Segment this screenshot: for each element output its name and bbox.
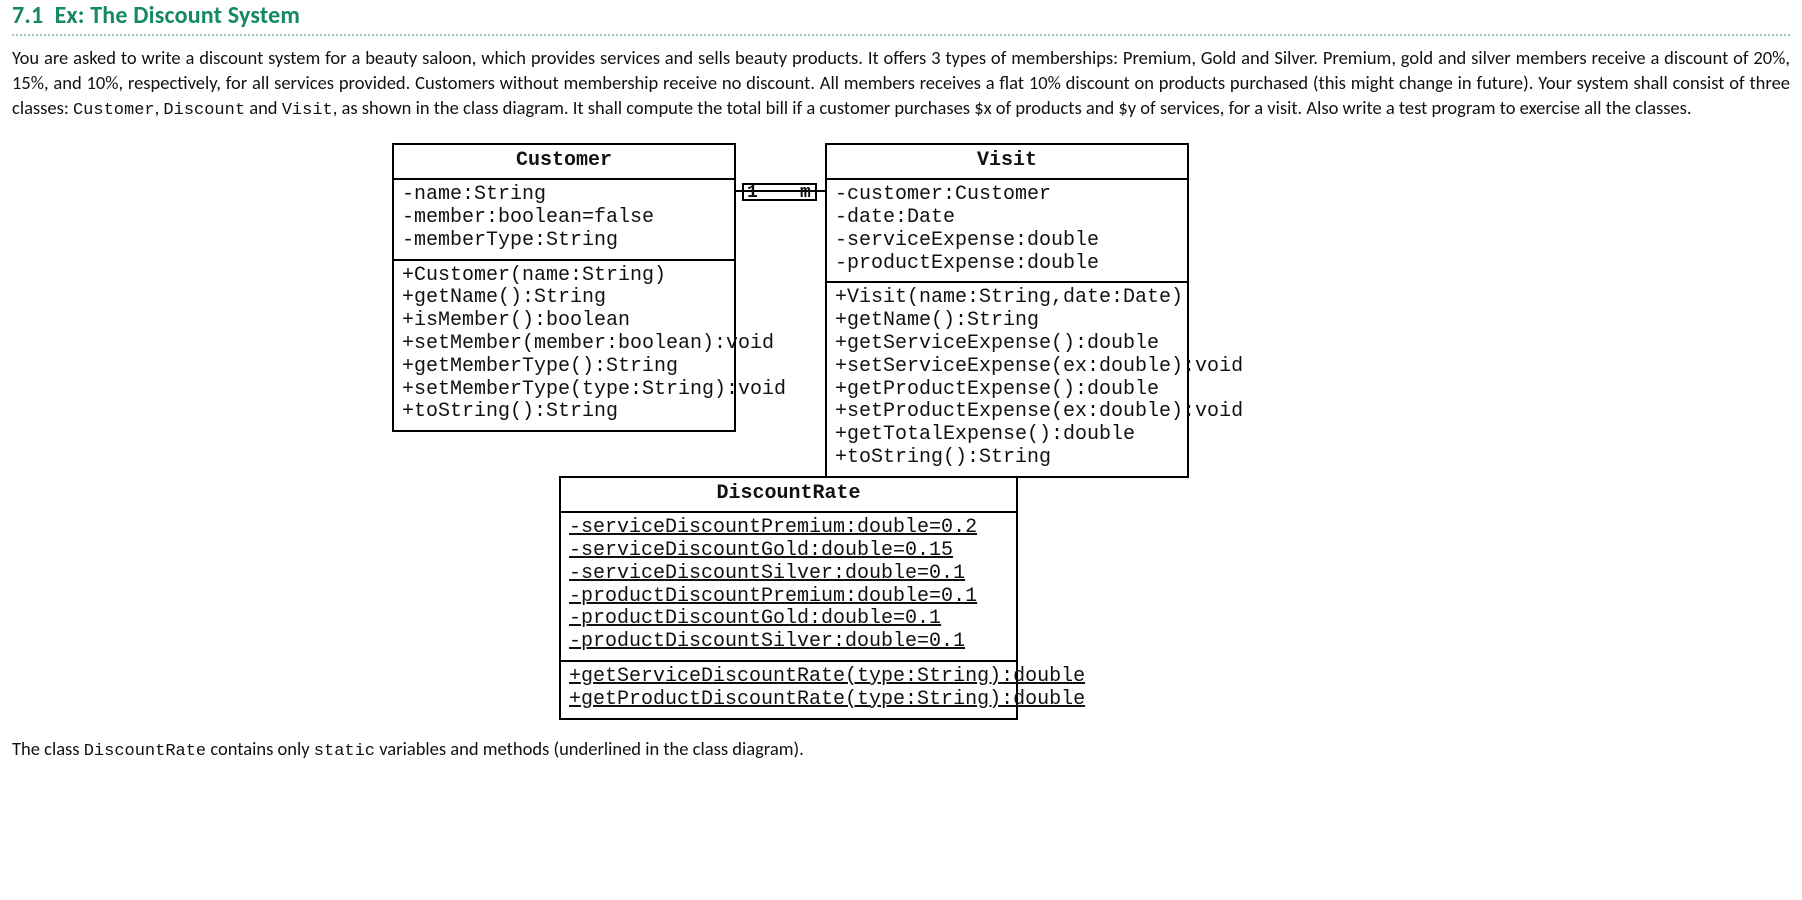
uml-op: +setMember(member:boolean):void (402, 333, 726, 356)
inline-code: Discount (163, 101, 245, 120)
uml-class-customer: Customer -name:String -member:boolean=fa… (392, 143, 736, 432)
inline-code: static (314, 742, 375, 761)
uml-op: +toString():String (835, 447, 1179, 470)
uml-op: +isMember():boolean (402, 310, 726, 333)
uml-class-diagram: Customer -name:String -member:boolean=fa… (12, 143, 1790, 723)
uml-op: +getName():String (402, 287, 726, 310)
uml-association-line (742, 183, 744, 199)
uml-op: +setServiceExpense(ex:double):void (835, 356, 1179, 379)
uml-class-name: Customer (394, 145, 734, 180)
uml-multiplicity-right: m (800, 181, 811, 205)
uml-attributes: -customer:Customer -date:Date -serviceEx… (827, 180, 1187, 281)
uml-op: +toString():String (402, 401, 726, 424)
uml-attr: -date:Date (835, 207, 1179, 230)
uml-class-visit: Visit -customer:Customer -date:Date -ser… (825, 143, 1189, 478)
section-title: The Discount System (90, 1, 300, 30)
uml-class-name: Visit (827, 145, 1187, 180)
uml-attr-static: -serviceDiscountPremium:double=0.2 (569, 517, 1008, 540)
uml-op: +getServiceExpense():double (835, 333, 1179, 356)
uml-op: +setMemberType(type:String):void (402, 379, 726, 402)
uml-op: +getTotalExpense():double (835, 424, 1179, 447)
uml-operations: +getServiceDiscountRate(type:String):dou… (561, 660, 1016, 718)
section-divider (12, 34, 1790, 36)
uml-attr: -memberType:String (402, 230, 726, 253)
uml-operations: +Visit(name:String,date:Date) +getName()… (827, 281, 1187, 475)
uml-operations: +Customer(name:String) +getName():String… (394, 259, 734, 431)
uml-association-line (815, 183, 817, 199)
uml-op: +setProductExpense(ex:double):void (835, 401, 1179, 424)
inline-code: DiscountRate (84, 742, 206, 761)
inline-code: Customer (73, 101, 155, 120)
uml-attr: -productExpense:double (835, 253, 1179, 276)
uml-attr-static: -productDiscountGold:double=0.1 (569, 608, 1008, 631)
uml-attr-static: -serviceDiscountSilver:double=0.1 (569, 563, 1008, 586)
paragraph-description: You are asked to write a discount system… (12, 46, 1790, 123)
uml-op: +Customer(name:String) (402, 265, 726, 288)
uml-attr-static: -productDiscountSilver:double=0.1 (569, 631, 1008, 654)
uml-op: +getProductExpense():double (835, 379, 1179, 402)
uml-attributes: -serviceDiscountPremium:double=0.2 -serv… (561, 513, 1016, 660)
uml-op: +Visit(name:String,date:Date) (835, 287, 1179, 310)
section-heading: 7.1 Ex: The Discount System (12, 0, 1790, 32)
uml-attr-static: -serviceDiscountGold:double=0.15 (569, 540, 1008, 563)
uml-op: +getMemberType():String (402, 356, 726, 379)
uml-attr-static: -productDiscountPremium:double=0.1 (569, 586, 1008, 609)
body-text: , as shown in the class diagram. It shal… (333, 96, 1692, 119)
uml-op-static: +getProductDiscountRate(type:String):dou… (569, 689, 1008, 712)
uml-multiplicity-left: 1 (747, 181, 758, 205)
uml-class-discountrate: DiscountRate -serviceDiscountPremium:dou… (559, 476, 1018, 719)
section-prefix: Ex: (55, 1, 85, 30)
uml-class-name: DiscountRate (561, 478, 1016, 513)
uml-attr: -name:String (402, 184, 726, 207)
uml-attr: -serviceExpense:double (835, 230, 1179, 253)
uml-attr: -member:boolean=false (402, 207, 726, 230)
closing-note: The class DiscountRate contains only sta… (12, 737, 1790, 764)
uml-op-static: +getServiceDiscountRate(type:String):dou… (569, 666, 1008, 689)
uml-attr: -customer:Customer (835, 184, 1179, 207)
inline-code: Visit (282, 101, 333, 120)
uml-op: +getName():String (835, 310, 1179, 333)
uml-attributes: -name:String -member:boolean=false -memb… (394, 180, 734, 258)
section-number: 7.1 (12, 1, 43, 30)
